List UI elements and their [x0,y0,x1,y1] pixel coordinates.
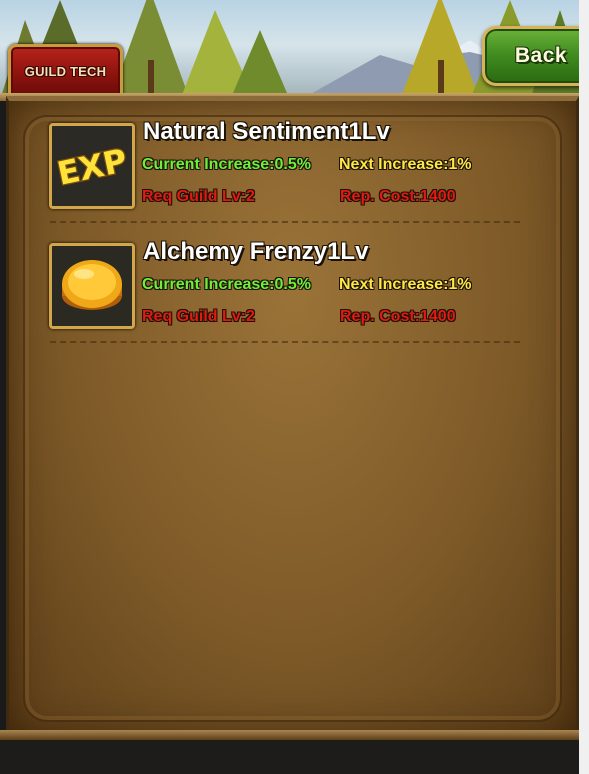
tech-row-alchemy-frenzy[interactable]: Alchemy Frenzy1Lv Current Increase:0.5% … [44,238,524,348]
guild-tech-tab[interactable]: GUILD TECH [8,44,123,96]
exp-icon: EXP [49,123,135,209]
row-divider [50,341,520,343]
gold-coin-icon [49,243,135,329]
current-increase-text: Current Increase:0.5% [142,276,311,293]
row-divider [50,221,520,223]
current-increase-text: Current Increase:0.5% [142,156,311,173]
next-increase-text: Next Increase:1% [339,276,472,293]
req-guild-level-text: Req Guild Lv:2 [142,188,255,205]
tech-row-natural-sentiment[interactable]: EXP Natural Sentiment1Lv Current Increas… [44,118,524,228]
bottom-bar [0,740,589,774]
req-guild-level-text: Req Guild Lv:2 [142,308,255,325]
back-button[interactable]: Back [482,26,589,86]
tech-title: Alchemy Frenzy1Lv [143,238,369,265]
rep-cost-text: Rep. Cost:1400 [340,188,456,205]
guild-tech-tab-label: GUILD TECH [24,64,107,79]
back-button-label: Back [514,44,568,67]
gold-coin-icon-art [52,246,132,326]
screen-edge [579,0,589,774]
tech-title: Natural Sentiment1Lv [143,118,390,145]
next-increase-text: Next Increase:1% [339,156,472,173]
rep-cost-text: Rep. Cost:1400 [340,308,456,325]
exp-icon-art: EXP [52,126,132,206]
panel-bottom-rim [0,730,580,740]
